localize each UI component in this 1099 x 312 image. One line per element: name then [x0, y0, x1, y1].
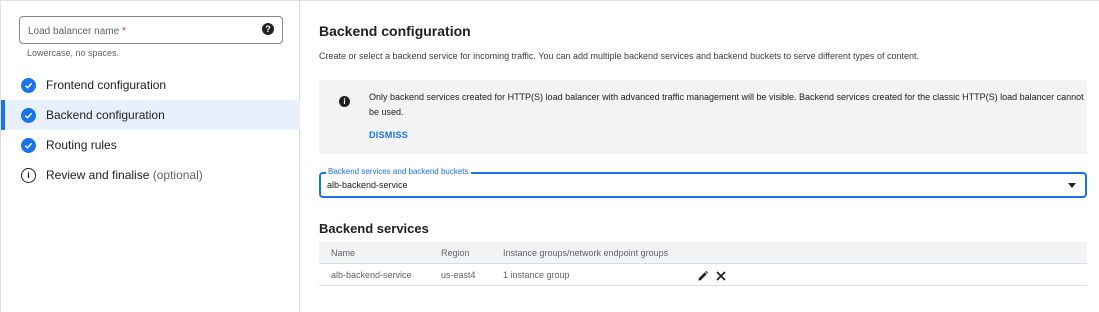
- load-balancer-name-label: Load balancer name *: [28, 26, 126, 37]
- page-description: Create or select a backend service for i…: [319, 51, 920, 61]
- step-label: Routing rules: [46, 138, 117, 152]
- step-routing-rules[interactable]: Routing rules: [1, 130, 300, 160]
- sidebar: Load balancer name * ? Lowercase, no spa…: [1, 1, 300, 312]
- optional-tag: (optional): [152, 168, 203, 182]
- table-row: alb-backend-service us-east4 1 instance …: [319, 264, 1087, 286]
- main-panel: Backend configuration Create or select a…: [319, 0, 1089, 312]
- notice-banner: i Only backend services created for HTTP…: [319, 80, 1087, 154]
- check-circle-icon: [21, 137, 36, 153]
- dropdown-arrow-icon[interactable]: [1068, 183, 1076, 188]
- info-icon: i: [339, 96, 350, 107]
- column-header-region: Region: [441, 248, 470, 258]
- service-region: us-east4: [441, 270, 476, 280]
- load-balancer-name-field[interactable]: Load balancer name * ?: [19, 16, 283, 44]
- edit-icon[interactable]: [697, 269, 709, 281]
- step-label: Backend configuration: [46, 108, 165, 122]
- backend-services-table: Name Region Instance groups/network endp…: [319, 242, 1087, 286]
- column-header-name: Name: [331, 248, 356, 258]
- load-balancer-name-hint: Lowercase, no spaces.: [27, 48, 120, 58]
- step-frontend-configuration[interactable]: Frontend configuration: [1, 70, 300, 100]
- delete-icon[interactable]: [715, 269, 727, 281]
- check-circle-icon: [21, 107, 36, 123]
- service-name: alb-backend-service: [331, 270, 412, 280]
- backend-services-title: Backend services: [319, 221, 429, 236]
- check-circle-icon: [21, 77, 36, 93]
- help-icon[interactable]: ?: [262, 23, 274, 35]
- select-label: Backend services and backend buckets: [326, 167, 471, 176]
- step-review-and-finalise[interactable]: i Review and finalise (optional): [1, 160, 300, 190]
- column-header-groups: Instance groups/network endpoint groups: [503, 248, 669, 258]
- step-label: Review and finalise (optional): [46, 168, 203, 182]
- service-groups: 1 instance group: [503, 270, 570, 280]
- backend-services-select[interactable]: Backend services and backend buckets alb…: [319, 167, 1087, 198]
- dismiss-button[interactable]: DISMISS: [369, 130, 408, 140]
- select-value: alb-backend-service: [327, 180, 408, 190]
- info-outline-icon: i: [21, 167, 36, 183]
- step-backend-configuration[interactable]: Backend configuration: [1, 100, 300, 130]
- table-header: Name Region Instance groups/network endp…: [319, 242, 1087, 264]
- page-title: Backend configuration: [319, 23, 471, 39]
- step-label: Frontend configuration: [46, 78, 167, 92]
- notice-text: Only backend services created for HTTP(S…: [369, 92, 1084, 117]
